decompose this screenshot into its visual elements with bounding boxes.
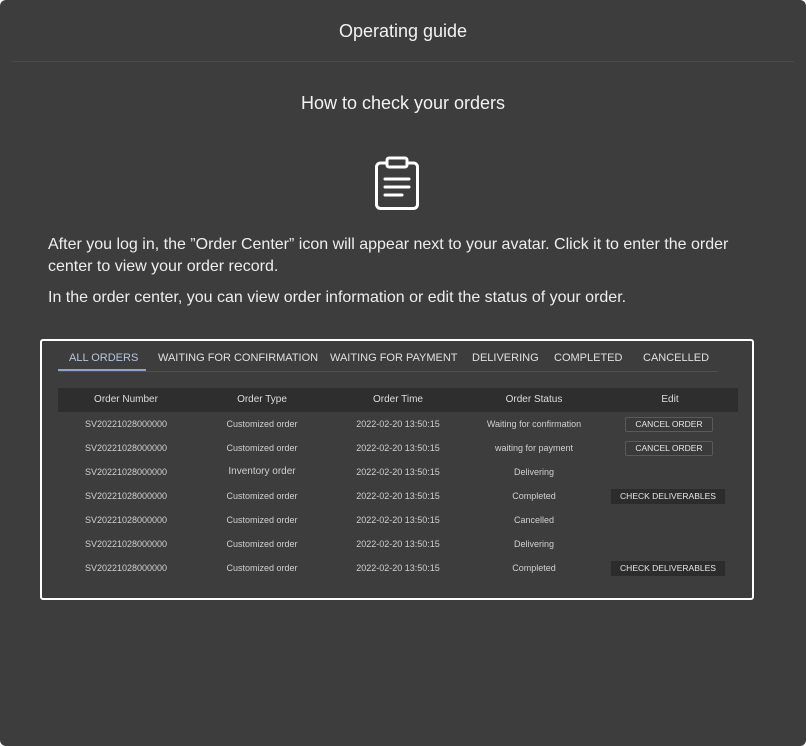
table-row: SV20221028000000 Customized order 2022-0… [58, 412, 738, 436]
cancel-order-button[interactable]: CANCEL ORDER [625, 441, 713, 456]
order-type: Customized order [226, 563, 298, 573]
table-row: SV20221028000000 Customized order 2022-0… [58, 436, 738, 460]
table-row: SV20221028000000 Customized order 2022-0… [58, 532, 738, 556]
order-number: SV20221028000000 [84, 539, 168, 549]
order-status: Delivering [513, 539, 555, 549]
order-status: Waiting for confirmation [486, 419, 582, 429]
table-header: Order Number Order Type Order Time Order… [58, 388, 738, 412]
order-time: 2022-02-20 13:50:15 [356, 491, 440, 501]
operating-guide-modal: Operating guide How to check your orders… [0, 0, 806, 746]
tab-completed[interactable]: COMPLETED [554, 349, 622, 371]
guide-paragraph-2: In the order center, you can view order … [48, 289, 627, 306]
order-type: Inventory order [228, 466, 296, 477]
order-status: Delivering [513, 467, 555, 477]
order-status: waiting for payment [494, 443, 574, 453]
order-number: SV20221028000000 [84, 419, 168, 429]
column-header-order-status: Order Status [505, 394, 563, 405]
table-row: SV20221028000000 Customized order 2022-0… [58, 484, 738, 508]
order-center-screenshot: ALL ORDERS WAITING FOR CONFIRMATION WAIT… [40, 339, 754, 600]
order-status: Cancelled [513, 515, 555, 525]
header-divider [12, 61, 794, 62]
order-time: 2022-02-20 13:50:15 [356, 443, 440, 453]
order-time: 2022-02-20 13:50:15 [356, 539, 440, 549]
order-time: 2022-02-20 13:50:15 [356, 563, 440, 573]
order-number: SV20221028000000 [84, 563, 168, 573]
order-time: 2022-02-20 13:50:15 [356, 467, 440, 477]
order-type: Customized order [226, 443, 298, 453]
table-row: SV20221028000000 Inventory order 2022-02… [58, 460, 738, 484]
column-header-order-type: Order Type [237, 394, 287, 405]
tab-all-orders[interactable]: ALL ORDERS [58, 349, 146, 371]
order-number: SV20221028000000 [84, 515, 168, 525]
order-tabs: ALL ORDERS WAITING FOR CONFIRMATION WAIT… [58, 349, 718, 372]
order-status: Completed [512, 563, 556, 573]
order-number: SV20221028000000 [84, 443, 168, 453]
order-number: SV20221028000000 [84, 467, 168, 477]
guide-paragraph-1: After you log in, the ”Order Center” ico… [48, 236, 729, 275]
check-deliverables-button[interactable]: CHECK DELIVERABLES [611, 489, 725, 504]
column-header-order-time: Order Time [372, 394, 423, 405]
order-status: Completed [512, 491, 556, 501]
clipboard-icon [375, 156, 419, 210]
order-time: 2022-02-20 13:50:15 [356, 419, 440, 429]
order-type: Customized order [226, 491, 298, 501]
tab-cancelled[interactable]: CANCELLED [643, 349, 709, 371]
tab-delivering[interactable]: DELIVERING [472, 349, 539, 371]
column-header-edit: Edit [661, 394, 679, 405]
tab-waiting-for-payment[interactable]: WAITING FOR PAYMENT [330, 349, 458, 371]
tab-waiting-for-confirmation[interactable]: WAITING FOR CONFIRMATION [158, 349, 318, 371]
modal-title: Operating guide [338, 21, 468, 41]
order-time: 2022-02-20 13:50:15 [356, 515, 440, 525]
table-row: SV20221028000000 Customized order 2022-0… [58, 508, 738, 532]
table-row: SV20221028000000 Customized order 2022-0… [58, 556, 738, 580]
order-type: Customized order [226, 539, 298, 549]
cancel-order-button[interactable]: CANCEL ORDER [625, 417, 713, 432]
order-type: Customized order [226, 515, 298, 525]
order-type: Customized order [226, 419, 298, 429]
column-header-order-number: Order Number [94, 394, 158, 405]
check-deliverables-button[interactable]: CHECK DELIVERABLES [611, 561, 725, 576]
section-title: How to check your orders [300, 93, 506, 113]
order-number: SV20221028000000 [84, 491, 168, 501]
